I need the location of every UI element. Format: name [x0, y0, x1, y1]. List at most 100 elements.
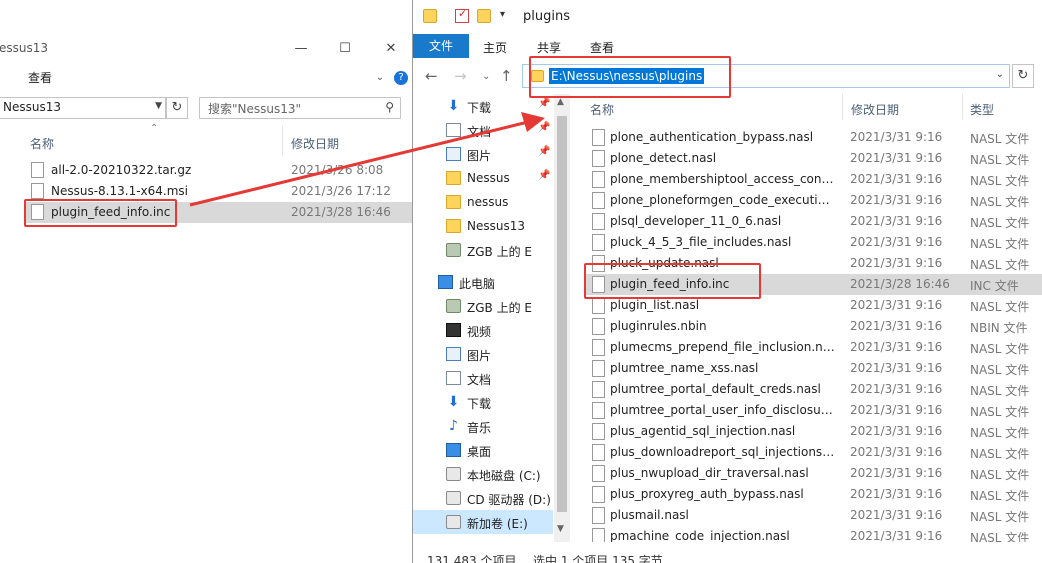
folder-icon — [446, 195, 461, 209]
highlight-box — [584, 263, 761, 299]
file-row[interactable]: plumtree_portal_user_info_disclosure... 2… — [584, 400, 1042, 421]
file-row[interactable]: plsql_developer_11_0_6.nasl 2021/3/31 9:1… — [584, 211, 1042, 232]
file-row[interactable]: pluck_4_5_3_file_includes.nasl 2021/3/31 … — [584, 232, 1042, 253]
file-type: NASL 文件 — [970, 405, 1030, 419]
file-type: NASL 文件 — [970, 342, 1030, 356]
tab-home[interactable]: 主页 — [483, 39, 507, 56]
search-placeholder: 搜索"Nessus13" — [208, 102, 302, 116]
network-drive-icon — [446, 243, 461, 257]
file-row[interactable]: plumecms_prepend_file_inclusion.nasl 2021… — [584, 337, 1042, 358]
up-icon[interactable]: ↑ — [500, 67, 513, 85]
column-date[interactable]: 修改日期 — [291, 135, 339, 152]
file-date: 2021/3/31 9:16 — [850, 361, 943, 375]
nav-item-label: 新加卷 (E:) — [467, 517, 528, 531]
tab-view[interactable]: 查看 — [28, 69, 52, 86]
tab-view[interactable]: 查看 — [590, 39, 614, 56]
chevron-down-icon[interactable]: ⌄ — [996, 69, 1004, 80]
title-bar: Nessus13 — ☐ ✕ — [0, 36, 412, 64]
pin-icon[interactable]: 📌 — [538, 122, 550, 133]
file-row[interactable]: plus_nwupload_dir_traversal.nasl 2021/3/3… — [584, 463, 1042, 484]
file-row[interactable]: plone_ploneformgen_code_execution... 2021… — [584, 190, 1042, 211]
file-row[interactable]: plumtree_name_xss.nasl 2021/3/31 9:16 NASL… — [584, 358, 1042, 379]
refresh-icon[interactable]: ↻ — [1012, 64, 1034, 88]
close-icon[interactable]: ✕ — [382, 40, 400, 58]
nav-item[interactable]: 视频 — [413, 318, 553, 342]
file-row[interactable]: all-2.0-20210322.tar.gz 2021/3/26 8:08 — [24, 160, 412, 181]
file-row[interactable]: plumtree_portal_default_creds.nasl 2021/3… — [584, 379, 1042, 400]
nav-item[interactable]: 本地磁盘 (C:) — [413, 462, 553, 486]
nav-item[interactable]: ZGB 上的 E — [413, 294, 553, 318]
file-name: plus_proxyreg_auth_bypass.nasl — [610, 487, 804, 501]
file-row[interactable]: pluginrules.nbin 2021/3/31 9:16 NBIN 文件 — [584, 316, 1042, 337]
file-type: NASL 文件 — [970, 237, 1030, 251]
scroll-down-icon[interactable]: ▼ — [557, 524, 564, 534]
nav-item-this-pc[interactable]: 此电脑 — [413, 270, 553, 294]
properties-icon[interactable] — [455, 7, 469, 23]
highlight-box — [24, 199, 177, 227]
nav-item[interactable]: 图片 📌 — [413, 142, 553, 166]
column-name[interactable]: 名称 — [590, 101, 614, 118]
back-icon[interactable]: ← — [425, 67, 438, 85]
document-icon — [446, 371, 461, 385]
search-input[interactable]: 搜索"Nessus13" ⚲ — [199, 97, 401, 119]
file-row[interactable]: plus_proxyreg_auth_bypass.nasl 2021/3/31 … — [584, 484, 1042, 505]
title-bar: ▾ plugins — [413, 0, 1042, 34]
file-row[interactable]: plus_downloadreport_sql_injections.n... 2… — [584, 442, 1042, 463]
nav-item[interactable]: 桌面 — [413, 438, 553, 462]
new-folder-icon[interactable] — [477, 9, 491, 23]
window-title: plugins — [523, 9, 570, 24]
file-row[interactable]: plusmail.nasl 2021/3/31 9:16 NASL 文件 — [584, 505, 1042, 526]
nav-item[interactable]: Nessus13 — [413, 214, 553, 238]
nav-item[interactable]: CD 驱动器 (D:) — [413, 486, 553, 510]
column-date[interactable]: 修改日期 — [851, 101, 899, 118]
help-icon[interactable]: ? — [394, 71, 408, 85]
quick-access-dropdown-icon[interactable]: ▾ — [500, 9, 505, 20]
nav-scrollbar[interactable]: ▲ ▼ — [554, 94, 570, 542]
column-name[interactable]: 名称 — [30, 135, 54, 152]
sort-arrow-icon: ⌃ — [150, 123, 159, 134]
file-type: NASL 文件 — [970, 153, 1030, 167]
search-icon[interactable]: ⚲ — [385, 100, 394, 114]
nav-item[interactable]: ♪ 音乐 — [413, 414, 553, 438]
pin-icon[interactable]: 📌 — [538, 98, 550, 109]
pin-icon[interactable]: 📌 — [538, 170, 550, 181]
ribbon: 文件 主页 共享 查看 — [413, 34, 1042, 58]
nav-item-selected[interactable]: 新加卷 (E:) — [413, 510, 553, 534]
file-icon — [592, 444, 605, 461]
nav-item[interactable]: 文档 📌 — [413, 118, 553, 142]
scrollbar-thumb[interactable] — [557, 116, 567, 512]
file-row[interactable]: plus_agentid_sql_injection.nasl 2021/3/31… — [584, 421, 1042, 442]
file-type: NASL 文件 — [970, 174, 1030, 188]
nav-item[interactable]: 文档 — [413, 366, 553, 390]
file-type: NASL 文件 — [970, 216, 1030, 230]
chevron-down-icon[interactable]: ▼ — [155, 101, 162, 111]
forward-icon[interactable]: → — [454, 67, 467, 85]
nav-item[interactable]: ZGB 上的 E — [413, 238, 553, 262]
column-type[interactable]: 类型 — [970, 101, 994, 118]
file-date: 2021/3/31 9:16 — [850, 298, 943, 312]
maximize-icon[interactable]: ☐ — [336, 40, 354, 58]
recent-dropdown-icon[interactable]: ⌄ — [482, 71, 490, 82]
selection-info: 选中 1 个项目 135 字节 — [533, 554, 663, 563]
item-count: 131,483 个项目 — [427, 554, 517, 563]
file-row[interactable]: plone_authentication_bypass.nasl 2021/3/3… — [584, 127, 1042, 148]
chevron-down-icon[interactable]: ⌄ — [376, 72, 384, 83]
nav-item[interactable]: 图片 — [413, 342, 553, 366]
tab-file[interactable]: 文件 — [413, 34, 469, 58]
refresh-icon[interactable]: ↻ — [166, 97, 188, 119]
address-bar[interactable]: Nessus13 ▼ — [0, 97, 166, 119]
nav-item[interactable]: Nessus 📌 — [413, 166, 553, 190]
file-type: NASL 文件 — [970, 447, 1030, 461]
minimize-icon[interactable]: — — [292, 40, 310, 58]
tab-share[interactable]: 共享 — [537, 39, 561, 56]
nav-item[interactable]: nessus — [413, 190, 553, 214]
file-type: NASL 文件 — [970, 489, 1030, 503]
file-row[interactable]: plone_membershiptool_access_contr... 2021… — [584, 169, 1042, 190]
scroll-up-icon[interactable]: ▲ — [557, 97, 564, 107]
nav-item-label: ZGB 上的 E — [467, 301, 532, 315]
nav-item[interactable]: ⬇ 下载 — [413, 390, 553, 414]
download-icon: ⬇ — [447, 98, 460, 114]
file-row[interactable]: plone_detect.nasl 2021/3/31 9:16 NASL 文件 — [584, 148, 1042, 169]
pin-icon[interactable]: 📌 — [538, 146, 550, 157]
file-icon — [592, 402, 605, 419]
